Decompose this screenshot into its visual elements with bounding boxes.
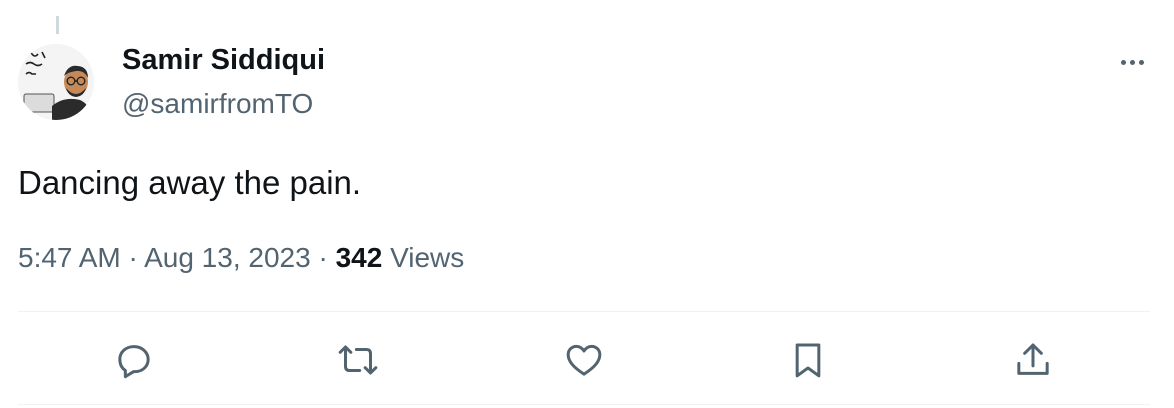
divider xyxy=(18,311,1150,312)
divider xyxy=(18,404,1150,405)
heart-icon xyxy=(566,344,602,376)
tweet-meta: 5:47 AM · Aug 13, 2023 · 342 Views xyxy=(18,242,464,274)
author-name[interactable]: Samir Siddiqui xyxy=(122,44,325,77)
tweet-time[interactable]: 5:47 AM xyxy=(18,242,121,273)
meta-separator: · xyxy=(128,242,138,273)
action-bar xyxy=(0,334,1174,386)
thread-connector-line xyxy=(56,16,59,34)
like-button[interactable] xyxy=(558,334,610,386)
more-dot-icon xyxy=(1120,59,1126,65)
bookmark-icon xyxy=(795,343,821,378)
share-icon xyxy=(1017,343,1049,375)
avatar[interactable] xyxy=(18,44,94,120)
retweet-button[interactable] xyxy=(332,334,384,386)
tweet-date[interactable]: Aug 13, 2023 xyxy=(144,242,311,273)
more-options-button[interactable] xyxy=(1112,50,1152,74)
retweet-icon xyxy=(338,345,378,375)
bookmark-button[interactable] xyxy=(782,334,834,386)
views-label: Views xyxy=(390,242,465,273)
author-handle[interactable]: @samirfromTO xyxy=(122,88,313,120)
reply-icon xyxy=(118,345,150,379)
tweet-text: Dancing away the pain. xyxy=(18,164,362,201)
cartoon-avatar-icon xyxy=(18,44,94,120)
reply-button[interactable] xyxy=(108,334,160,386)
meta-separator: · xyxy=(318,242,328,273)
views-count: 342 xyxy=(335,242,383,273)
more-dot-icon xyxy=(1138,59,1144,65)
share-button[interactable] xyxy=(1007,334,1059,386)
more-dot-icon xyxy=(1129,59,1135,65)
